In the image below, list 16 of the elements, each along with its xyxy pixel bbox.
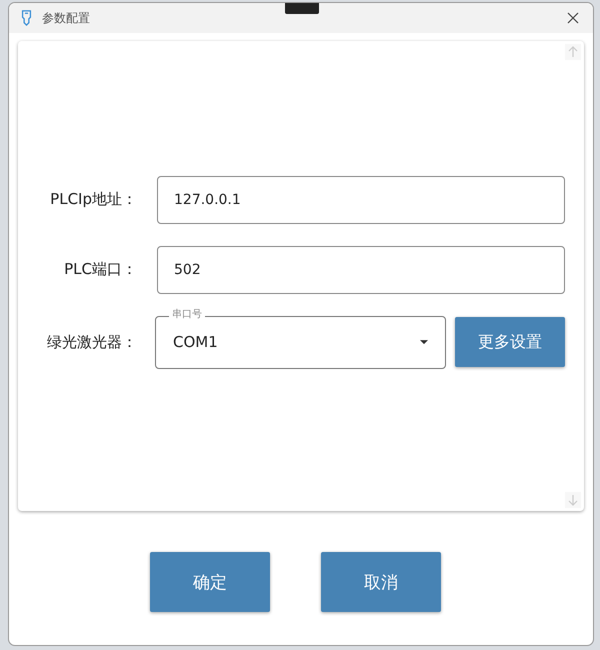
scroll-up-icon[interactable] (565, 44, 581, 60)
cancel-button[interactable]: 取消 (321, 552, 441, 612)
field-label: PLCIp地址： (49, 190, 137, 209)
drag-handle[interactable] (285, 3, 319, 14)
input-field[interactable]: 127.0.0.1 (157, 176, 565, 224)
field-label: 绿光激光器： (46, 332, 137, 352)
input-field[interactable]: 502 (157, 246, 565, 294)
field-label: PLC端口： (63, 260, 137, 279)
app-icon (21, 10, 32, 26)
close-icon[interactable] (567, 12, 579, 24)
window-title: 参数配置 (42, 10, 90, 26)
floating-label: 串口号 (169, 308, 205, 322)
scroll-down-icon[interactable] (565, 492, 581, 508)
more-settings-button[interactable]: 更多设置 (455, 317, 565, 367)
confirm-button[interactable]: 确定 (150, 552, 270, 612)
caret-icon (420, 340, 428, 344)
